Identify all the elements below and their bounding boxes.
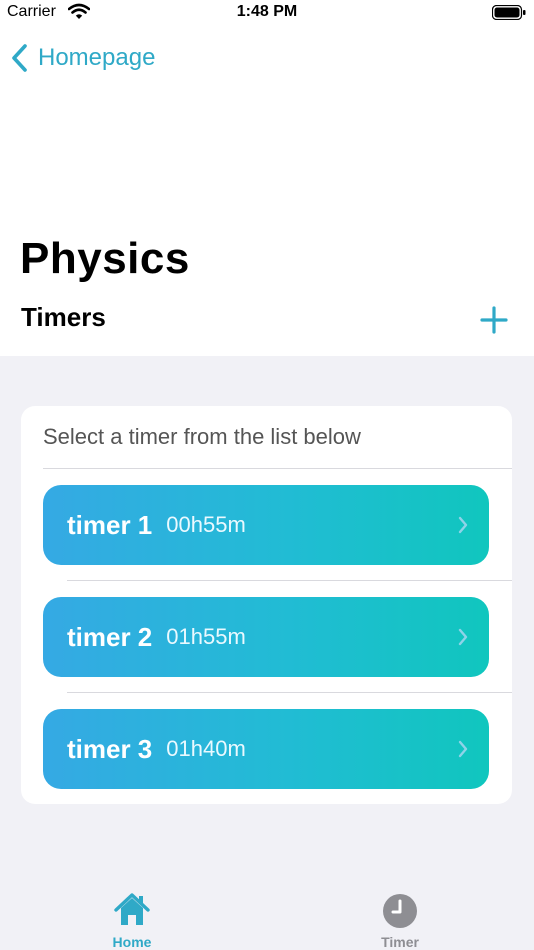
timer-name: timer 3 [67, 733, 153, 764]
timer-duration: 00h55m [166, 512, 246, 537]
timer-row[interactable]: timer 1 00h55m [43, 485, 489, 565]
back-button[interactable]: Homepage [10, 40, 155, 76]
tab-bar: Home Timer [0, 880, 534, 950]
header-area: Carrier 1:48 PM Homepage Physics Timers [0, 0, 534, 356]
timer-duration: 01h40m [166, 736, 246, 761]
home-icon [114, 893, 150, 925]
timer-row[interactable]: timer 3 01h40m [43, 709, 489, 789]
clock-icon [383, 894, 417, 928]
tab-home-label: Home [112, 934, 152, 950]
timer-duration: 01h55m [166, 624, 246, 649]
timer-name: timer 1 [67, 509, 153, 540]
divider [67, 692, 512, 693]
divider [43, 468, 512, 469]
timer-list-hint: Select a timer from the list below [43, 424, 361, 449]
add-timer-button[interactable] [478, 304, 510, 336]
page-title: Physics [20, 234, 190, 283]
section-title: Timers [21, 302, 106, 332]
tab-timer-label: Timer [381, 934, 419, 950]
chevron-left-icon [12, 44, 27, 72]
chevron-right-icon [458, 516, 468, 534]
tab-timer[interactable]: Timer [340, 880, 460, 950]
tab-home[interactable]: Home [72, 880, 192, 950]
chevron-right-icon [458, 628, 468, 646]
battery-icon [492, 5, 526, 20]
status-time: 1:48 PM [236, 3, 298, 20]
back-button-label: Homepage [38, 44, 156, 71]
timer-list-card: Select a timer from the list below timer… [21, 406, 512, 804]
divider [67, 580, 512, 581]
timer-name: timer 2 [67, 621, 153, 652]
plus-icon [480, 306, 508, 334]
status-bar: Carrier 1:48 PM [0, 0, 534, 26]
chevron-right-icon [458, 740, 468, 758]
timer-row[interactable]: timer 2 01h55m [43, 597, 489, 677]
